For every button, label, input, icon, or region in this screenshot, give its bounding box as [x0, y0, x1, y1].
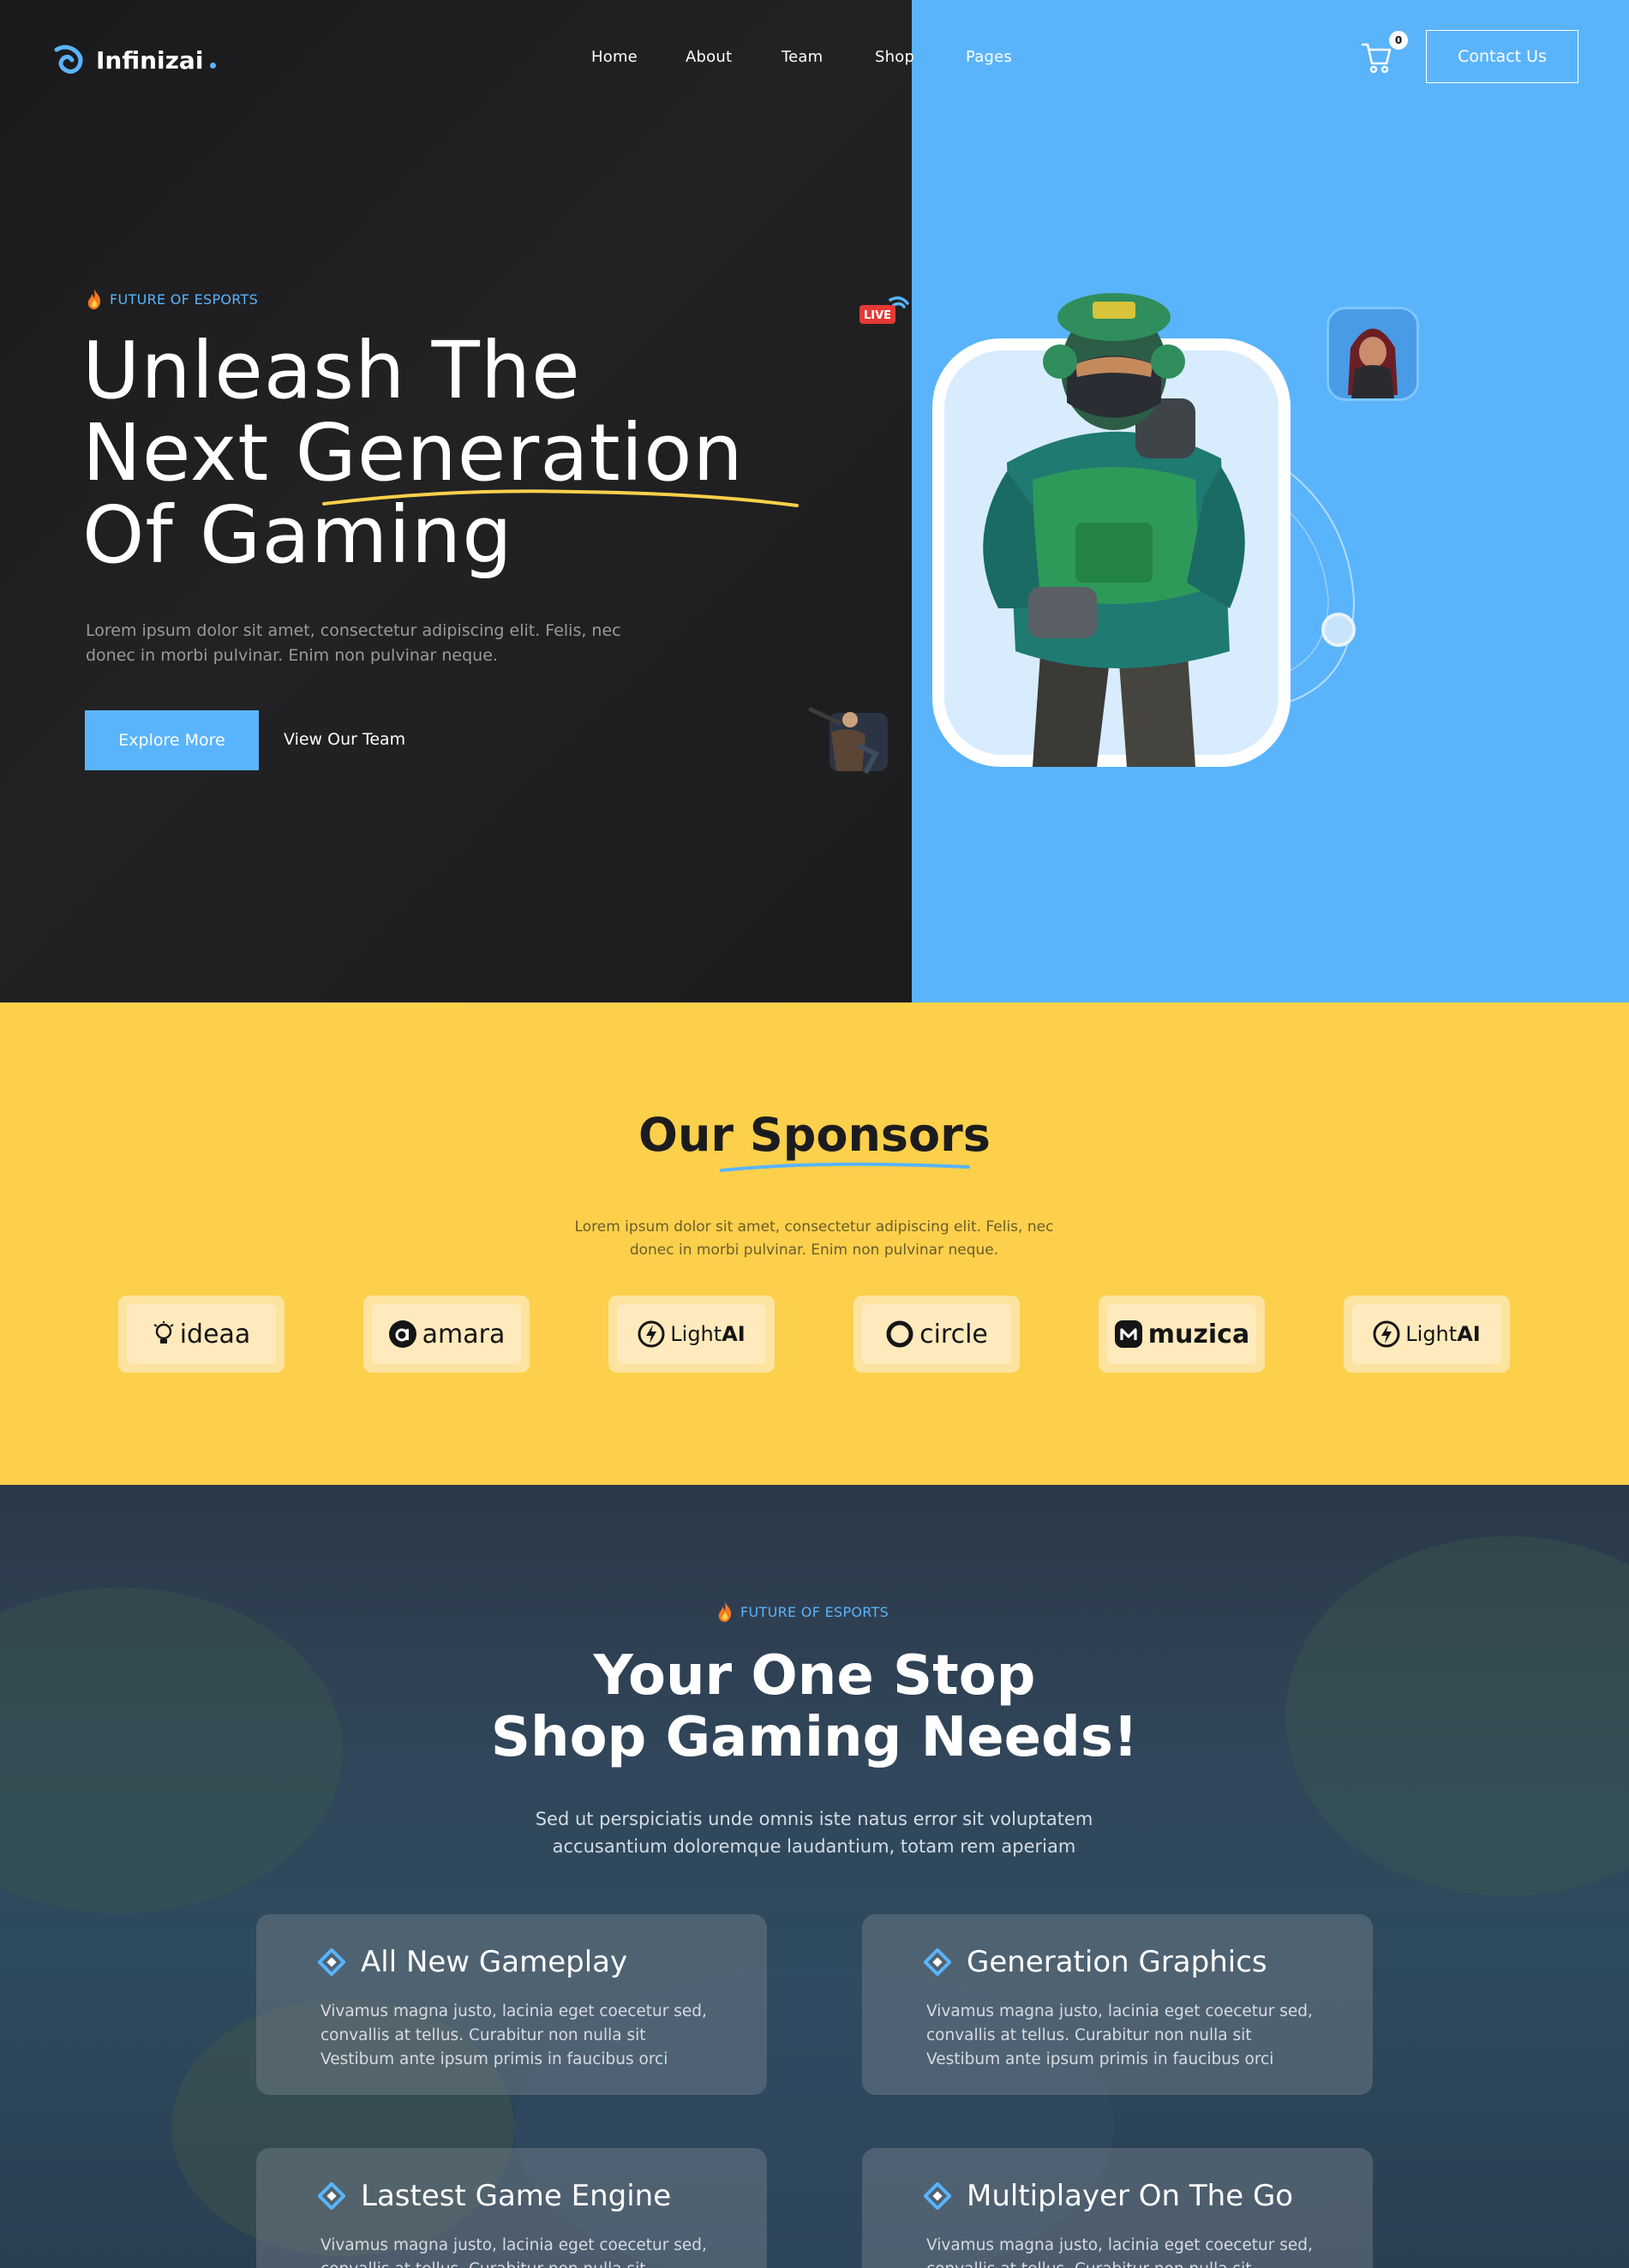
- features-description: Sed ut perspiciatis unde omnis iste natu…: [535, 1809, 1093, 1857]
- hero-eyebrow-text: FUTURE OF ESPORTS: [110, 290, 259, 308]
- feature-card-graphics[interactable]: Generation Graphics Vivamus magna justo,…: [862, 1914, 1373, 2095]
- live-stream-icon: LIVE: [859, 296, 909, 324]
- feature-card-title: Multiplayer On The Go: [967, 2179, 1294, 2213]
- sponsor-name: circle: [919, 1319, 988, 1349]
- sponsor-name: muzica: [1147, 1319, 1250, 1349]
- cart-icon[interactable]: [1361, 38, 1392, 75]
- player-avatar-thumbnail[interactable]: [1327, 307, 1419, 401]
- explore-more-button[interactable]: Explore More: [85, 710, 259, 770]
- diamond-icon: [924, 2182, 951, 2210]
- sponsor-name-bold: AI: [722, 1322, 746, 1346]
- sponsors-underline-swoosh: [720, 1162, 970, 1172]
- feature-card-text: Vivamus magna justo, lacinia eget coecet…: [926, 2236, 1313, 2268]
- brand-name: Infinizai: [96, 45, 204, 75]
- cart-count-badge: 0: [1389, 31, 1408, 50]
- sponsor-logo-lightai-2[interactable]: Light AI: [1344, 1296, 1510, 1373]
- diamond-icon: [318, 2182, 345, 2210]
- nav-pages[interactable]: Pages: [966, 48, 1026, 66]
- features-eyebrow-text: FUTURE OF ESPORTS: [740, 1603, 889, 1620]
- features-title-line1: Your One Stop: [593, 1644, 1036, 1708]
- sponsor-name-light: Light: [1405, 1322, 1458, 1346]
- feature-card-title: Generation Graphics: [967, 1945, 1267, 1979]
- feature-card-title: All New Gameplay: [361, 1945, 628, 1979]
- bolt-circle-icon: [638, 1320, 665, 1348]
- hero-title-line1: Unleash The: [82, 325, 581, 416]
- sponsor-name: amara: [422, 1319, 506, 1349]
- feature-card-title: Lastest Game Engine: [361, 2179, 672, 2213]
- feature-card-text: Vivamus magna justo, lacinia eget coecet…: [320, 2002, 707, 2068]
- sponsor-logo-amara[interactable]: amara: [363, 1296, 530, 1373]
- sponsor-logo-circle[interactable]: circle: [853, 1296, 1020, 1373]
- feature-card-text: Vivamus magna justo, lacinia eget coecet…: [926, 2002, 1313, 2068]
- nav-team[interactable]: Team: [782, 48, 875, 66]
- features-eyebrow: FUTURE OF ESPORTS: [716, 1601, 889, 1623]
- muzica-m-icon: [1114, 1320, 1142, 1348]
- nav-shop[interactable]: Shop: [875, 48, 966, 66]
- diamond-icon: [318, 1948, 345, 1976]
- fire-icon: [87, 289, 101, 309]
- nav-home[interactable]: Home: [591, 48, 686, 66]
- contact-us-button[interactable]: Contact Us: [1426, 30, 1578, 83]
- sponsor-name-bold: AI: [1457, 1322, 1481, 1346]
- live-label: LIVE: [864, 309, 891, 322]
- feature-card-multiplayer[interactable]: Multiplayer On The Go Vivamus magna just…: [862, 2148, 1373, 2268]
- sponsor-logo-muzica[interactable]: muzica: [1099, 1296, 1265, 1373]
- view-team-link[interactable]: View Our Team: [284, 730, 405, 749]
- nav-about[interactable]: About: [686, 48, 782, 66]
- sponsors-description: Lorem ipsum dolor sit amet, consectetur …: [574, 1218, 1054, 1259]
- feature-card-gameplay[interactable]: All New Gameplay Vivamus magna justo, la…: [256, 1914, 767, 2095]
- amara-a-icon: [388, 1320, 416, 1348]
- hero-title: Unleash The Next Generation Of Gaming: [82, 330, 853, 577]
- feature-card-text: Vivamus magna justo, lacinia eget coecet…: [320, 2236, 707, 2268]
- sponsor-name: ideaa: [179, 1319, 251, 1349]
- hero-eyebrow: FUTURE OF ESPORTS: [86, 288, 258, 310]
- features-title: Your One Stop Shop Gaming Needs!: [0, 1645, 1629, 1768]
- sponsor-logo-lightai[interactable]: Light AI: [608, 1296, 775, 1373]
- orbit-node-icon: [1321, 613, 1356, 647]
- main-nav: Home About Team Shop Pages: [591, 48, 1026, 66]
- bolt-circle-icon: [1373, 1320, 1400, 1348]
- sponsor-logo-row: ideaa amara Light AI circle muzica Light…: [118, 1296, 1511, 1373]
- title-underline-swoosh: [322, 489, 799, 507]
- diamond-icon: [924, 1948, 951, 1976]
- sponsors-title: Our Sponsors: [638, 1108, 991, 1162]
- brand-mark-icon: [54, 45, 83, 74]
- fire-icon: [718, 1601, 732, 1622]
- mini-player-thumbnail: [808, 707, 888, 775]
- hero-title-line2b: Generation: [295, 407, 744, 499]
- sponsor-name-light: Light: [670, 1322, 722, 1346]
- hero-title-line2a: Next: [82, 407, 296, 499]
- features-title-line2: Shop Gaming Needs!: [490, 1706, 1139, 1769]
- hero-description: Lorem ipsum dolor sit amet, consectetur …: [86, 621, 621, 665]
- ring-icon: [886, 1320, 913, 1348]
- lightbulb-icon: [153, 1321, 174, 1343]
- hooded-player-icon: [1348, 328, 1398, 398]
- hero-character-illustration: [983, 293, 1245, 767]
- feature-card-engine[interactable]: Lastest Game Engine Vivamus magna justo,…: [256, 2148, 767, 2268]
- brand-logo[interactable]: Infinizai: [53, 43, 217, 77]
- sponsor-logo-ideaa[interactable]: ideaa: [118, 1296, 284, 1373]
- brand-dot: [210, 62, 217, 69]
